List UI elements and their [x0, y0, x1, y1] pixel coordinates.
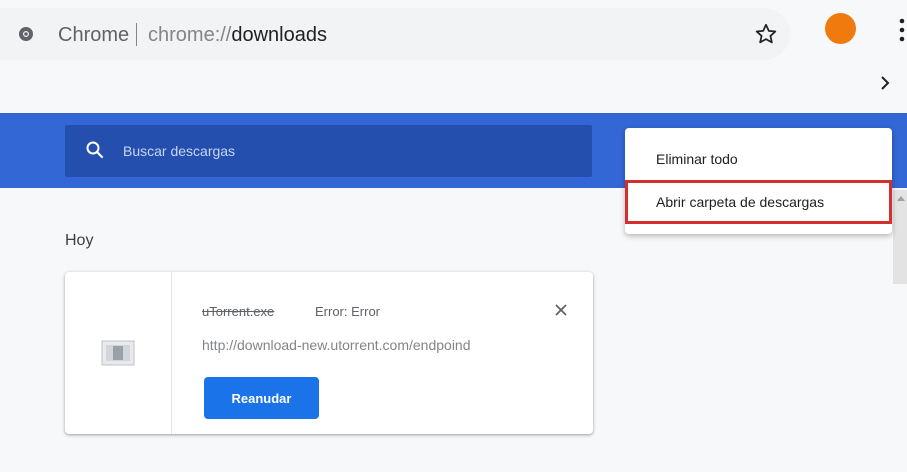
url-path: downloads	[231, 24, 327, 46]
bookmark-star-icon[interactable]	[753, 21, 779, 47]
downloads-page: Chrome chrome://downloads Hoy uT	[0, 0, 907, 472]
chevron-right-icon[interactable]	[877, 74, 893, 92]
resume-button[interactable]: Reanudar	[204, 377, 319, 419]
scroll-up-arrow-icon[interactable]	[897, 195, 905, 201]
site-info-icon[interactable]	[18, 26, 34, 42]
site-chip-label: Chrome	[58, 24, 130, 46]
url-scheme: chrome://	[148, 24, 232, 46]
date-section-heading: Hoy	[65, 232, 94, 249]
omnibox[interactable]: Chrome chrome://downloads	[0, 8, 790, 60]
address-url[interactable]: chrome://downloads	[148, 24, 327, 47]
download-source-url[interactable]: http://download-new.utorrent.com/endpoin…	[202, 337, 572, 353]
menu-item-open-downloads-folder[interactable]: Abrir carpeta de descargas	[625, 180, 892, 224]
menu-item-clear-all[interactable]: Eliminar todo	[625, 137, 892, 181]
more-vert-icon[interactable]	[897, 17, 907, 43]
search-icon	[86, 141, 104, 159]
file-name-link[interactable]: uTorrent.exe	[202, 304, 274, 319]
download-item-card: uTorrent.exe Error: Error http://downloa…	[65, 272, 593, 434]
close-icon[interactable]	[553, 302, 569, 318]
profile-avatar[interactable]	[825, 13, 856, 44]
more-actions-menu: Eliminar todo Abrir carpeta de descargas	[625, 128, 892, 234]
omnibox-separator	[136, 23, 137, 46]
download-status: Error: Error	[315, 304, 380, 319]
file-icon	[101, 340, 135, 366]
card-divider	[171, 272, 172, 434]
scrollbar[interactable]	[893, 190, 907, 284]
search-box[interactable]	[65, 125, 592, 177]
search-input[interactable]	[123, 125, 573, 177]
